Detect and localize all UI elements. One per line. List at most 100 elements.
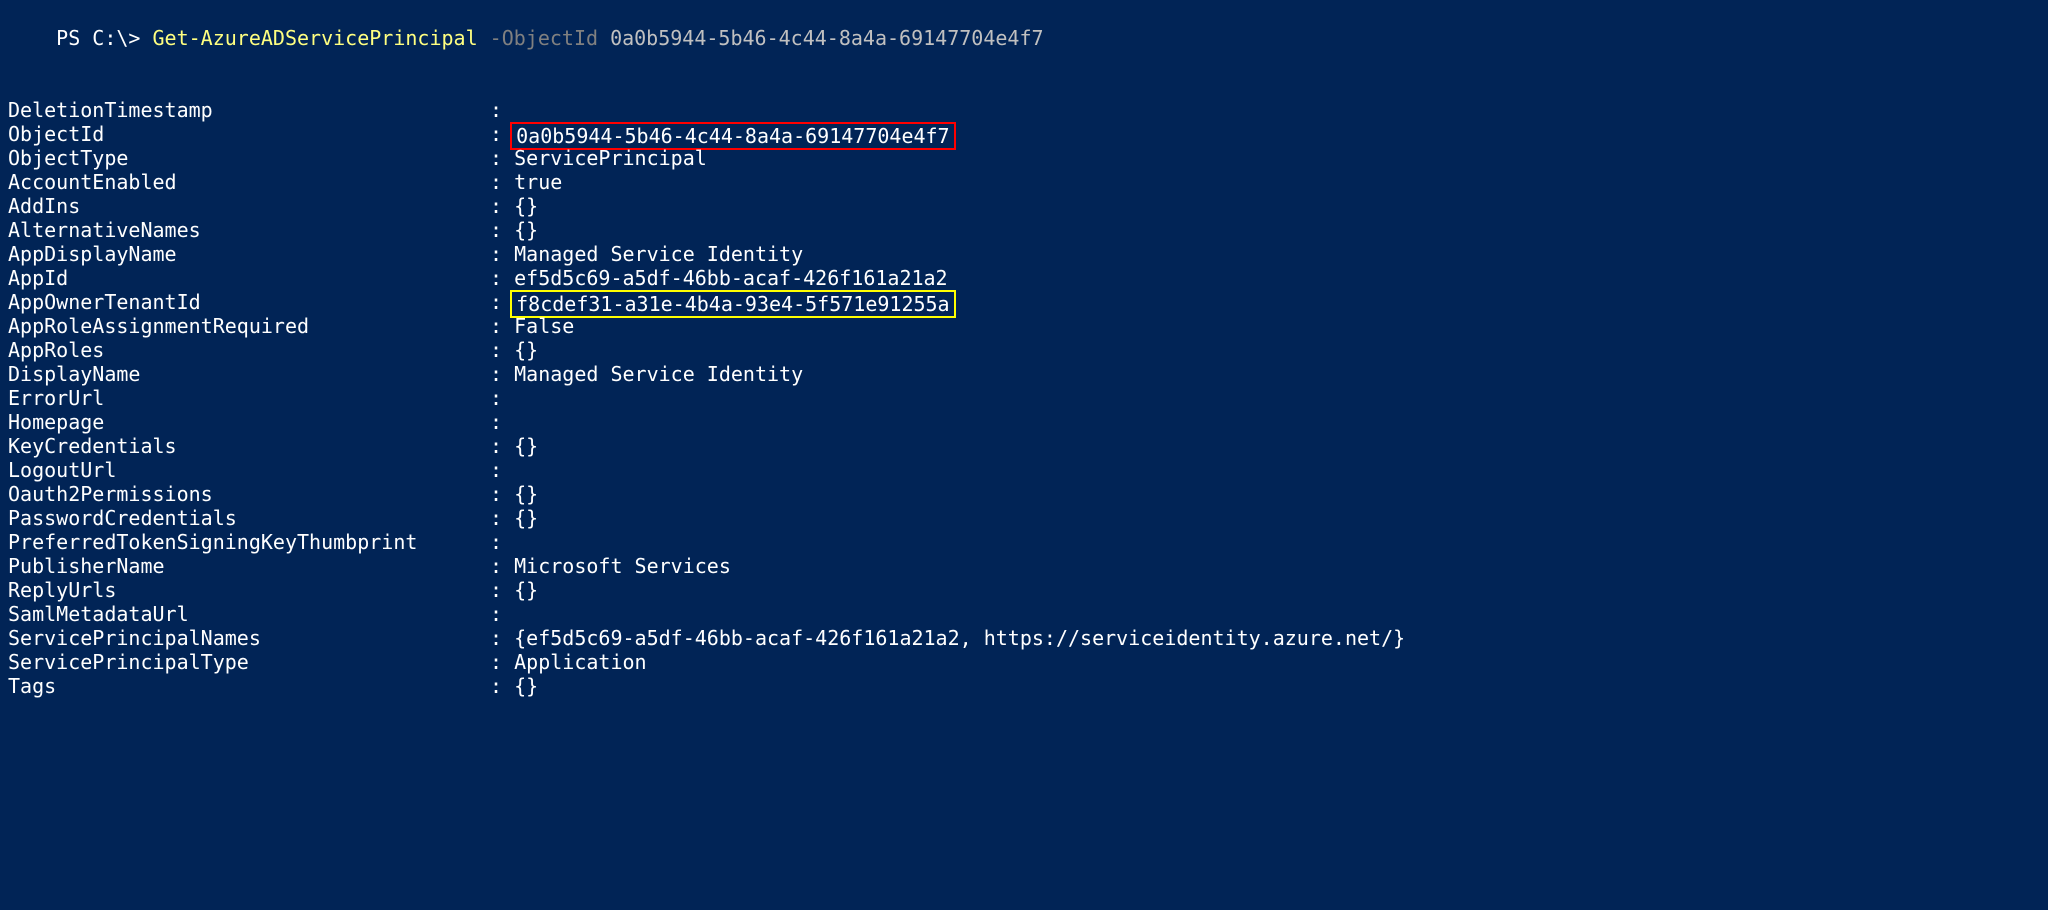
command-output: DeletionTimestamp : ObjectId : 0a0b5944-…	[8, 98, 2040, 698]
property-key: LogoutUrl	[8, 458, 478, 482]
property-key: PublisherName	[8, 554, 478, 578]
property-separator: :	[478, 290, 514, 314]
property-row: AppId : ef5d5c69-a5df-46bb-acaf-426f161a…	[8, 266, 2040, 290]
property-row: AlternativeNames : {}	[8, 218, 2040, 242]
command-line: PS C:\> Get-AzureADServicePrincipal -Obj…	[8, 2, 2040, 74]
property-value: {}	[514, 218, 538, 242]
property-value: Application	[514, 650, 646, 674]
property-row: DeletionTimestamp :	[8, 98, 2040, 122]
property-key: DeletionTimestamp	[8, 98, 478, 122]
property-key: ErrorUrl	[8, 386, 478, 410]
property-key: ServicePrincipalNames	[8, 626, 478, 650]
property-separator: :	[478, 554, 514, 578]
cmdlet-arg: 0a0b5944-5b46-4c44-8a4a-69147704e4f7	[610, 26, 1043, 50]
prompt-prefix: PS C:\>	[56, 26, 152, 50]
property-row: ObjectType : ServicePrincipal	[8, 146, 2040, 170]
property-key: PasswordCredentials	[8, 506, 478, 530]
property-separator: :	[478, 506, 514, 530]
property-row: ServicePrincipalNames : {ef5d5c69-a5df-4…	[8, 626, 2040, 650]
property-key: Homepage	[8, 410, 478, 434]
property-value: {}	[514, 578, 538, 602]
property-row: LogoutUrl :	[8, 458, 2040, 482]
property-key: ServicePrincipalType	[8, 650, 478, 674]
property-row: PreferredTokenSigningKeyThumbprint :	[8, 530, 2040, 554]
property-key: AppRoles	[8, 338, 478, 362]
property-value: {}	[514, 338, 538, 362]
property-value: {}	[514, 674, 538, 698]
property-row: Homepage :	[8, 410, 2040, 434]
property-separator: :	[478, 482, 514, 506]
property-separator: :	[478, 218, 514, 242]
property-value: {ef5d5c69-a5df-46bb-acaf-426f161a21a2, h…	[514, 626, 1405, 650]
property-key: ObjectId	[8, 122, 478, 146]
property-row: PasswordCredentials : {}	[8, 506, 2040, 530]
property-row: AddIns : {}	[8, 194, 2040, 218]
property-row: ErrorUrl :	[8, 386, 2040, 410]
property-key: KeyCredentials	[8, 434, 478, 458]
property-separator: :	[478, 530, 514, 554]
property-key: DisplayName	[8, 362, 478, 386]
property-key: ObjectType	[8, 146, 478, 170]
property-row: SamlMetadataUrl :	[8, 602, 2040, 626]
property-key: SamlMetadataUrl	[8, 602, 478, 626]
property-row: KeyCredentials : {}	[8, 434, 2040, 458]
property-value: {}	[514, 506, 538, 530]
property-separator: :	[478, 362, 514, 386]
property-key: AppOwnerTenantId	[8, 290, 478, 314]
property-row: AppOwnerTenantId : f8cdef31-a31e-4b4a-93…	[8, 290, 2040, 314]
property-key: Tags	[8, 674, 478, 698]
property-key: AppRoleAssignmentRequired	[8, 314, 478, 338]
property-value: Managed Service Identity	[514, 362, 803, 386]
property-separator: :	[478, 122, 514, 146]
property-separator: :	[478, 602, 514, 626]
property-key: AccountEnabled	[8, 170, 478, 194]
property-separator: :	[478, 338, 514, 362]
property-row: AppDisplayName : Managed Service Identit…	[8, 242, 2040, 266]
property-row: DisplayName : Managed Service Identity	[8, 362, 2040, 386]
property-row: Tags : {}	[8, 674, 2040, 698]
property-separator: :	[478, 626, 514, 650]
property-separator: :	[478, 386, 514, 410]
property-separator: :	[478, 170, 514, 194]
property-row: ReplyUrls : {}	[8, 578, 2040, 602]
property-separator: :	[478, 434, 514, 458]
property-separator: :	[478, 146, 514, 170]
property-key: AddIns	[8, 194, 478, 218]
property-row: AccountEnabled : true	[8, 170, 2040, 194]
property-separator: :	[478, 410, 514, 434]
property-value: {}	[514, 194, 538, 218]
property-separator: :	[478, 266, 514, 290]
property-value: ServicePrincipal	[514, 146, 707, 170]
cmdlet-name: Get-AzureADServicePrincipal	[153, 26, 478, 50]
property-row: AppRoleAssignmentRequired : False	[8, 314, 2040, 338]
property-separator: :	[478, 458, 514, 482]
cmdlet-param: -ObjectId	[478, 26, 610, 50]
property-value: Microsoft Services	[514, 554, 731, 578]
property-separator: :	[478, 194, 514, 218]
property-key: Oauth2Permissions	[8, 482, 478, 506]
property-key: AppDisplayName	[8, 242, 478, 266]
property-key: PreferredTokenSigningKeyThumbprint	[8, 530, 478, 554]
property-value: f8cdef31-a31e-4b4a-93e4-5f571e91255a	[510, 290, 955, 318]
property-value: ef5d5c69-a5df-46bb-acaf-426f161a21a2	[514, 266, 947, 290]
property-row: AppRoles : {}	[8, 338, 2040, 362]
property-separator: :	[478, 242, 514, 266]
property-key: AppId	[8, 266, 478, 290]
property-row: ServicePrincipalType : Application	[8, 650, 2040, 674]
powershell-terminal[interactable]: PS C:\> Get-AzureADServicePrincipal -Obj…	[0, 0, 2048, 700]
property-value: Managed Service Identity	[514, 242, 803, 266]
property-row: Oauth2Permissions : {}	[8, 482, 2040, 506]
property-row: PublisherName : Microsoft Services	[8, 554, 2040, 578]
property-key: ReplyUrls	[8, 578, 478, 602]
property-separator: :	[478, 314, 514, 338]
property-key: AlternativeNames	[8, 218, 478, 242]
property-value: False	[514, 314, 574, 338]
property-separator: :	[478, 674, 514, 698]
property-value: {}	[514, 482, 538, 506]
property-row: ObjectId : 0a0b5944-5b46-4c44-8a4a-69147…	[8, 122, 2040, 146]
property-separator: :	[478, 578, 514, 602]
property-separator: :	[478, 650, 514, 674]
property-separator: :	[478, 98, 514, 122]
property-value: {}	[514, 434, 538, 458]
property-value: true	[514, 170, 562, 194]
